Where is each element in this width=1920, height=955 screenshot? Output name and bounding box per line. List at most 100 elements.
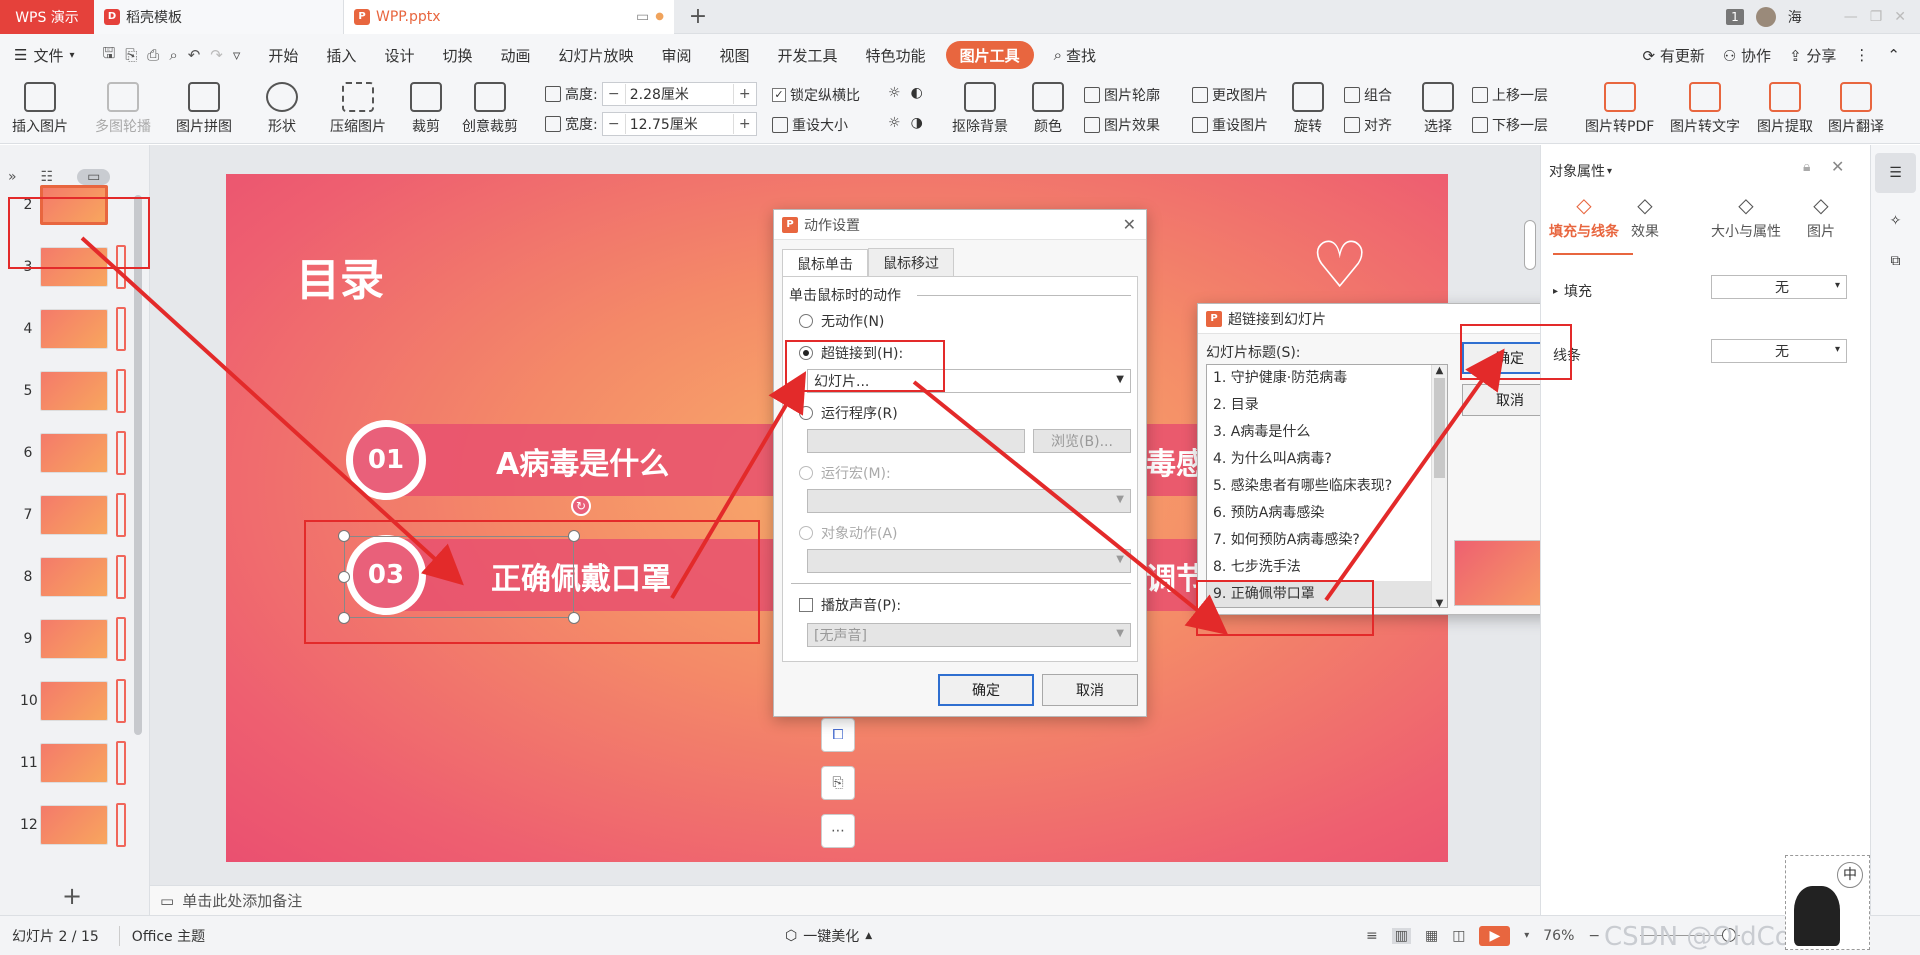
slide-list-item[interactable]: 1. 守护健康·防范病毒 (1207, 365, 1447, 392)
properties-icon[interactable]: ☰ (1875, 153, 1916, 193)
fill-section[interactable]: ▸ 填充 (1553, 281, 1592, 301)
slide-thumbnail[interactable] (40, 557, 108, 597)
select-button[interactable]: 选择 (1422, 82, 1454, 136)
slide-list-item[interactable]: 6. 预防A病毒感染 (1207, 500, 1447, 527)
program-path-input[interactable] (807, 429, 1025, 453)
format-painter-icon[interactable]: ⎘ (125, 46, 137, 64)
bring-forward-button[interactable]: 上移一层 (1472, 85, 1548, 105)
redo-icon[interactable]: ↷ (210, 46, 223, 64)
fill-select[interactable]: 无 ▾ (1711, 275, 1847, 299)
menu-item-01-text[interactable]: A病毒是什么 (496, 439, 669, 483)
slide-thumbnail[interactable] (40, 309, 108, 349)
more-icon[interactable]: ⋮ (1854, 46, 1869, 64)
action-cancel-button[interactable]: 取消 (1042, 674, 1138, 706)
slide-list-item[interactable]: 3. A病毒是什么 (1207, 419, 1447, 446)
slide-thumbnail[interactable] (40, 681, 108, 721)
panel-title[interactable]: 对象属性 ▾ (1549, 161, 1612, 181)
slide-title[interactable]: 目录 (296, 244, 384, 308)
radio-none[interactable]: 无动作(N) (799, 311, 884, 331)
menu-slideshow[interactable]: 幻灯片放映 (544, 34, 647, 76)
thumbnail-view-icon[interactable]: ▭ (77, 169, 111, 185)
slide-thumbnail[interactable] (40, 495, 108, 535)
tab-wps-home[interactable]: WPS 演示 (0, 0, 94, 34)
lock-ratio-checkbox[interactable]: ✓ 锁定纵横比 (772, 85, 860, 105)
outline-button[interactable]: 图片轮廓 (1084, 85, 1160, 105)
translate-button[interactable]: 图片翻译 (1828, 82, 1884, 136)
window-count-badge[interactable]: 1 (1726, 8, 1744, 25)
close-icon[interactable]: ✕ (1894, 9, 1906, 25)
tab-mouse-over[interactable]: 鼠标移过 (868, 248, 954, 278)
menu-developer[interactable]: 开发工具 (764, 34, 852, 76)
rotate-handle-icon[interactable]: ↻ (571, 496, 591, 516)
line-select[interactable]: 无 ▾ (1711, 339, 1847, 363)
browse-button[interactable]: 浏览(B)... (1033, 429, 1131, 453)
close-panel-icon[interactable]: ✕ (1831, 157, 1844, 176)
beautify-button[interactable]: ⬡ 一键美化 ▲ (785, 926, 872, 946)
reset-size-button[interactable]: 重设大小 (772, 115, 848, 135)
new-tab-button[interactable]: + (674, 4, 722, 29)
carousel-button[interactable]: 多图轮播 (95, 82, 151, 136)
zoom-out-icon[interactable]: − (1588, 928, 1600, 944)
menu-transition[interactable]: 切换 (428, 34, 486, 76)
menu-animation[interactable]: 动画 (486, 34, 544, 76)
animation-icon[interactable]: ✧ (1871, 201, 1920, 241)
tab-current-doc[interactable]: P WPP.pptx ▭ ● (344, 0, 674, 34)
object-action-select[interactable]: ▼ (807, 549, 1131, 573)
list-scrollbar[interactable]: ▲ ▼ (1431, 365, 1447, 607)
menu-view[interactable]: 视图 (706, 34, 764, 76)
width-input[interactable]: −12.75厘米 + (601, 112, 757, 136)
play-button[interactable]: ▶ (1479, 925, 1511, 946)
avatar[interactable] (1755, 6, 1776, 27)
slide-list-item[interactable]: 4. 为什么叫A病毒? (1207, 446, 1447, 473)
sorter-view-icon[interactable]: ▦ (1425, 928, 1438, 944)
transition-icon[interactable]: ⧉ (1871, 241, 1920, 281)
ime-widget[interactable]: 中 (1785, 855, 1870, 950)
play-dropdown-icon[interactable]: ▾ (1524, 930, 1529, 941)
slide-thumbnail[interactable] (40, 743, 108, 783)
sound-select[interactable]: [无声音] ▼ (807, 623, 1131, 647)
tab-docer-templates[interactable]: D 稻壳模板 (94, 0, 344, 34)
radio-run-macro[interactable]: 运行宏(M): (799, 463, 891, 483)
normal-view-icon[interactable]: ▥ (1391, 927, 1411, 944)
close-icon[interactable]: ✕ (1123, 215, 1136, 234)
convert-float-icon[interactable]: ⎘ (821, 766, 855, 800)
reset-pic-button[interactable]: 重设图片 (1192, 115, 1268, 135)
canvas-scrollbar[interactable] (1524, 220, 1536, 270)
outline-view-icon[interactable]: ☷ (41, 169, 54, 185)
expand-panel-icon[interactable]: » (8, 169, 17, 185)
lock-icon[interactable]: 🔒︎ (1803, 159, 1810, 175)
change-pic-button[interactable]: 更改图片 (1192, 85, 1268, 105)
macro-select[interactable]: ▼ (807, 489, 1131, 513)
add-slide-button[interactable]: + (62, 882, 82, 910)
minimize-icon[interactable]: — (1844, 9, 1858, 25)
more-float-icon[interactable]: ⋯ (821, 814, 855, 848)
menu-features[interactable]: 特色功能 (852, 34, 940, 76)
color-button[interactable]: 颜色 (1032, 82, 1064, 136)
slide-thumbnail[interactable] (40, 805, 108, 845)
menu-picture-tools[interactable]: 图片工具 (945, 41, 1034, 69)
more-quick-icon[interactable]: ▿ (233, 46, 241, 64)
save-icon[interactable]: 🖫 (103, 43, 116, 68)
slide-thumbnail[interactable] (40, 433, 108, 473)
zoom-level[interactable]: 76% (1543, 928, 1574, 944)
collaborate-button[interactable]: ⚇ 协作 (1723, 45, 1771, 66)
property-tab[interactable]: ◇ 大小与属性 (1711, 193, 1781, 241)
share-button[interactable]: ⇪ 分享 (1789, 45, 1836, 66)
menu-review[interactable]: 审阅 (648, 34, 706, 76)
property-tab[interactable]: ◇ 填充与线条 (1549, 193, 1619, 241)
extract-button[interactable]: 图片提取 (1757, 82, 1813, 136)
slide-thumbnail[interactable] (40, 371, 108, 411)
menu-design[interactable]: 设计 (370, 34, 428, 76)
shape-button[interactable]: 形状 (266, 82, 298, 136)
update-button[interactable]: ⟳ 有更新 (1642, 45, 1704, 66)
insert-image-button[interactable]: 插入图片 (12, 82, 68, 136)
compress-button[interactable]: 压缩图片 (330, 82, 386, 136)
menu-search[interactable]: ⌕ 查找 (1040, 34, 1110, 76)
notes-area[interactable]: ▭ 单击此处添加备注 (150, 885, 1540, 915)
effect-button[interactable]: 图片效果 (1084, 115, 1160, 135)
ime-mode[interactable]: 中 (1837, 862, 1863, 888)
send-backward-button[interactable]: 下移一层 (1472, 115, 1548, 135)
slide-list-item[interactable]: 7. 如何预防A病毒感染? (1207, 527, 1447, 554)
action-ok-button[interactable]: 确定 (938, 674, 1034, 706)
to-pdf-button[interactable]: 图片转PDF (1585, 82, 1654, 136)
